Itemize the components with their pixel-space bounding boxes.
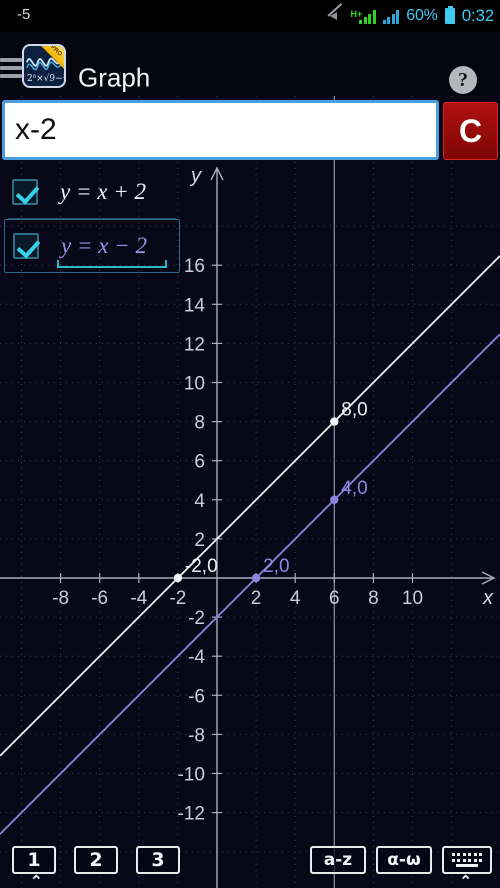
axis-tick-label: 8 xyxy=(368,588,379,609)
data-point[interactable] xyxy=(251,573,261,583)
axis-tick-label: 2 xyxy=(251,588,262,609)
number-button-3[interactable]: 3 xyxy=(136,846,180,874)
equation-row[interactable]: y = x − 2 xyxy=(4,219,180,273)
battery-icon xyxy=(444,5,455,24)
keyboard-icon[interactable] xyxy=(442,846,492,874)
clear-button[interactable]: C xyxy=(443,102,498,160)
axis-tick-label: -2 xyxy=(169,588,186,609)
expression-input[interactable] xyxy=(2,100,439,160)
greek-keyboard-button[interactable]: α-ω xyxy=(376,846,432,874)
bottom-toolbar: 1 ⌃ 2 3 a-z α-ω ⌃ xyxy=(0,838,500,888)
mute-icon xyxy=(326,3,344,24)
equation-label: y = x − 2 xyxy=(61,233,147,258)
equation-row[interactable]: y = x + 2 xyxy=(4,165,180,219)
data-point[interactable] xyxy=(330,495,339,504)
axis-tick-label: -2 xyxy=(188,608,205,629)
axis-tick-label: 16 xyxy=(184,256,205,277)
axis-tick-label: 12 xyxy=(184,334,205,355)
data-point[interactable] xyxy=(330,417,339,426)
network-type-label: H+ xyxy=(350,8,363,19)
help-icon[interactable]: ? xyxy=(449,66,477,94)
axis-tick-label: -6 xyxy=(188,686,205,707)
status-notification-text: -5 xyxy=(17,6,31,23)
axis-tick-label: -4 xyxy=(130,588,147,609)
battery-percent-label: 60% xyxy=(406,7,438,24)
axis-tick-label: 10 xyxy=(184,374,205,395)
menu-icon[interactable] xyxy=(0,54,22,82)
data-point-label: -2,0 xyxy=(185,556,218,577)
axis-tick-label: 10 xyxy=(402,588,423,609)
axis-tick-label: -8 xyxy=(188,725,205,746)
axis-tick-label: -8 xyxy=(52,588,69,609)
axis-tick-label: -4 xyxy=(188,647,205,668)
equation-label: y = x + 2 xyxy=(60,179,146,204)
series-line xyxy=(0,255,500,757)
axis-tick-label: 6 xyxy=(194,452,205,473)
app-logo-icon: PRO 2ᵟ×√9−³⁄₂ xyxy=(22,44,66,88)
signal-hplus-icon: H+ xyxy=(351,9,376,24)
signal-icon xyxy=(382,9,400,24)
number-button-1[interactable]: 1 xyxy=(12,846,56,874)
app-icon-expression: 2ᵟ×√9−³⁄₂ xyxy=(27,74,66,84)
axis-tick-label: y xyxy=(189,165,202,187)
equation-checkbox[interactable] xyxy=(13,233,39,259)
status-bar-icons: H+ 60% 0:32 xyxy=(326,0,494,32)
axis-tick-label: 4 xyxy=(290,588,301,609)
data-point-label: 8,0 xyxy=(341,400,367,421)
latin-keyboard-button[interactable]: a-z xyxy=(310,846,366,874)
number-button-2[interactable]: 2 xyxy=(74,846,118,874)
data-point-label: 4,0 xyxy=(341,478,367,499)
chevron-up-icon-left[interactable]: ⌃ xyxy=(30,874,43,888)
equation-list: y = x + 2 y = x − 2 xyxy=(4,165,180,273)
axis-tick-label: -6 xyxy=(91,588,108,609)
data-point[interactable] xyxy=(173,573,183,583)
axis-tick-label: 2 xyxy=(194,530,205,551)
chevron-up-icon-right[interactable]: ⌃ xyxy=(459,874,472,888)
axis-tick-label: -10 xyxy=(178,765,205,786)
status-bar: -5 H+ 60% 0:32 xyxy=(0,0,500,32)
axis-tick-label: 4 xyxy=(194,491,205,512)
expression-input-row: C xyxy=(0,97,500,163)
app-root: -5 H+ 60% 0:32 PRO 2ᵟ×√9−³⁄₂ xyxy=(0,0,500,888)
series-line xyxy=(0,333,500,835)
data-point-label: 2,0 xyxy=(263,556,289,577)
app-title-bar: PRO 2ᵟ×√9−³⁄₂ Graph ? xyxy=(0,32,500,96)
page-title: Graph xyxy=(78,62,151,93)
equation-checkbox[interactable] xyxy=(12,179,38,205)
axis-tick-label: 6 xyxy=(329,588,340,609)
axis-tick-label: x xyxy=(482,587,494,609)
clock-label: 0:32 xyxy=(461,6,494,25)
equation-selection-bracket xyxy=(57,260,167,268)
axis-tick-label: 14 xyxy=(184,295,206,316)
axis-tick-label: 8 xyxy=(194,413,205,434)
axis-tick-label: -12 xyxy=(178,804,205,825)
